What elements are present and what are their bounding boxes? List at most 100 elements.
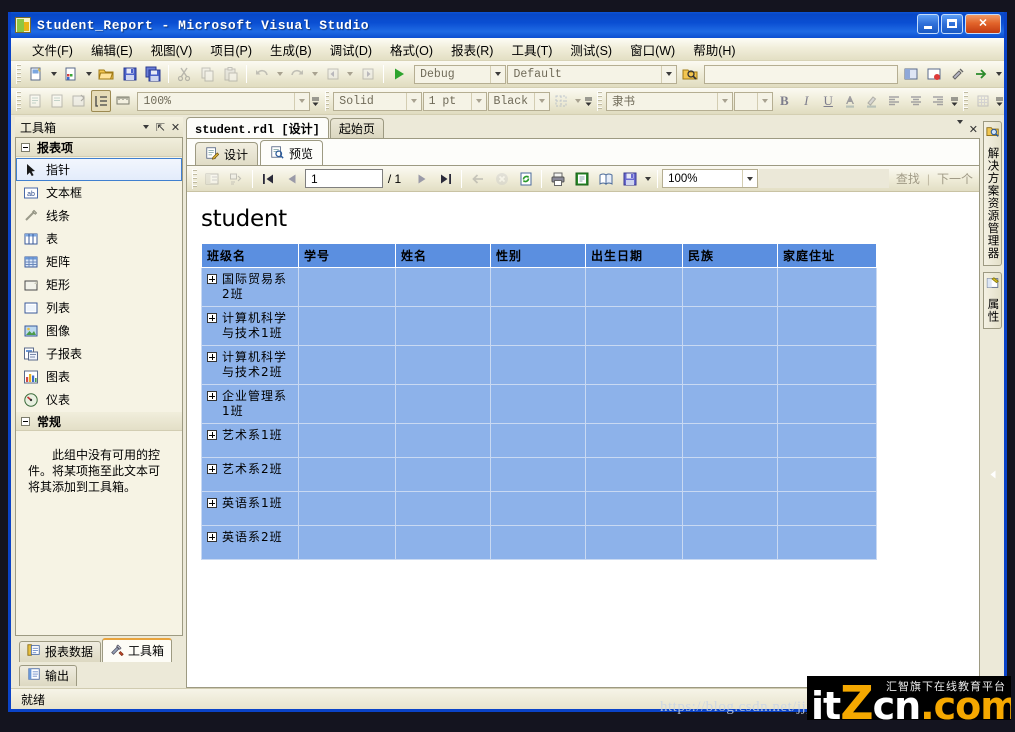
menu-report[interactable]: 报表(R) bbox=[442, 38, 502, 61]
close-document-icon[interactable]: ✕ bbox=[969, 123, 978, 136]
find-next-button[interactable]: 下一个 bbox=[931, 170, 979, 187]
format-toolbar-overflow-4[interactable] bbox=[994, 90, 1004, 112]
print-icon[interactable] bbox=[546, 168, 569, 190]
line-style-combo[interactable]: Solid bbox=[333, 91, 422, 111]
current-page-input[interactable]: 1 bbox=[304, 169, 383, 188]
expand-group-icon[interactable] bbox=[207, 532, 217, 542]
tab-preview-view[interactable]: 预览 bbox=[260, 140, 324, 165]
layout-toolbar-grip[interactable] bbox=[963, 91, 969, 111]
maximize-button[interactable] bbox=[941, 14, 963, 34]
font-size-dropdown[interactable] bbox=[756, 92, 772, 110]
tools-options-icon[interactable] bbox=[947, 63, 969, 85]
next-page-icon[interactable] bbox=[410, 168, 433, 190]
font-name-combo[interactable]: 隶书 bbox=[606, 91, 734, 111]
menu-view[interactable]: 视图(V) bbox=[142, 38, 202, 61]
format-toolbar-grip[interactable] bbox=[16, 91, 21, 111]
format-toolbar-overflow-2[interactable] bbox=[584, 90, 594, 112]
minimize-button[interactable] bbox=[917, 14, 939, 34]
tab-report-data[interactable]: 报表数据 bbox=[19, 640, 102, 662]
menu-tools[interactable]: 工具(T) bbox=[502, 38, 561, 61]
tab-design-view[interactable]: 设计 bbox=[195, 142, 259, 165]
expand-group-icon[interactable] bbox=[207, 352, 217, 362]
toolbox-group-general[interactable]: 常规 bbox=[16, 412, 182, 431]
find-in-files-icon[interactable] bbox=[678, 63, 700, 85]
menu-build[interactable]: 生成(B) bbox=[261, 38, 321, 61]
report-data-grouping-icon[interactable] bbox=[90, 90, 112, 112]
save-icon[interactable] bbox=[118, 63, 140, 85]
add-watch-icon[interactable] bbox=[923, 63, 945, 85]
toolbox-item-gauge[interactable]: 仪表 bbox=[16, 388, 182, 411]
tab-output[interactable]: 输出 bbox=[19, 664, 78, 686]
expand-group-icon[interactable] bbox=[207, 498, 217, 508]
add-new-item-dropdown[interactable] bbox=[83, 63, 94, 85]
expand-group-icon[interactable] bbox=[207, 274, 217, 284]
toolbox-item-matrix[interactable]: 矩阵 bbox=[16, 250, 182, 273]
font-toolbar-grip[interactable] bbox=[597, 91, 603, 111]
toolbox-item-list[interactable]: 列表 bbox=[16, 296, 182, 319]
format-toolbar-overflow-1[interactable] bbox=[311, 90, 321, 112]
go-to-icon[interactable] bbox=[970, 63, 992, 85]
export-dropdown[interactable] bbox=[642, 168, 653, 190]
line-color-combo[interactable]: Black bbox=[487, 91, 550, 111]
solution-platform-dropdown[interactable] bbox=[661, 65, 676, 83]
toolbox-item-image[interactable]: 图像 bbox=[16, 319, 182, 342]
preview-zoom-dropdown[interactable] bbox=[741, 170, 757, 187]
active-files-dropdown-icon[interactable] bbox=[956, 119, 963, 136]
dock-tab-solution-explorer[interactable]: 解决方案资源管理器 bbox=[983, 121, 1002, 266]
tab-toolbox[interactable]: 工具箱 bbox=[102, 637, 173, 662]
find-toolbar-input[interactable] bbox=[703, 64, 898, 84]
new-project-icon[interactable] bbox=[25, 63, 47, 85]
preview-zoom-combo[interactable]: 100% bbox=[662, 169, 758, 188]
font-name-dropdown[interactable] bbox=[717, 92, 732, 110]
toolbox-item-textbox[interactable]: ab 文本框 bbox=[16, 181, 182, 204]
ruler-icon[interactable] bbox=[112, 90, 133, 112]
format-toolbar-overflow-3[interactable] bbox=[950, 90, 960, 112]
solution-config-combo[interactable]: Debug bbox=[414, 64, 507, 84]
line-toolbar-grip[interactable] bbox=[324, 91, 330, 111]
menu-edit[interactable]: 编辑(E) bbox=[82, 38, 142, 61]
menu-test[interactable]: 测试(S) bbox=[561, 38, 621, 61]
previous-page-icon[interactable] bbox=[281, 168, 304, 190]
toolbox-autohide-pin-icon[interactable]: ⇱ bbox=[153, 120, 168, 135]
save-all-icon[interactable] bbox=[142, 63, 164, 85]
toolbox-item-subreport[interactable]: 子报表 bbox=[16, 342, 182, 365]
new-project-dropdown[interactable] bbox=[48, 63, 59, 85]
export-icon[interactable] bbox=[618, 168, 641, 190]
menu-window[interactable]: 窗口(W) bbox=[621, 38, 684, 61]
report-zoom-dropdown[interactable] bbox=[293, 92, 309, 110]
toolbar-grip[interactable] bbox=[16, 64, 21, 84]
start-debug-icon[interactable] bbox=[388, 63, 410, 85]
menu-debug[interactable]: 调试(D) bbox=[321, 38, 381, 61]
menu-project[interactable]: 项目(P) bbox=[201, 38, 261, 61]
font-size-combo[interactable] bbox=[734, 91, 773, 111]
document-tab-student-rdl[interactable]: student.rdl [设计] bbox=[186, 117, 329, 138]
toolbox-group-report-items[interactable]: 报表项 bbox=[16, 138, 182, 157]
last-page-icon[interactable] bbox=[434, 168, 457, 190]
dock-tab-properties[interactable]: 属性 bbox=[983, 271, 1002, 329]
find-button[interactable]: 查找 bbox=[890, 170, 926, 187]
document-tab-start-page[interactable]: 起始页 bbox=[329, 118, 384, 138]
line-color-dropdown[interactable] bbox=[533, 92, 549, 110]
solution-platform-combo[interactable]: Default bbox=[507, 64, 678, 84]
expand-group-icon[interactable] bbox=[207, 430, 217, 440]
scroll-left-arrow-icon[interactable] bbox=[989, 466, 998, 479]
group-expander-icon[interactable] bbox=[21, 142, 30, 152]
expand-group-icon[interactable] bbox=[207, 391, 217, 401]
print-layout-icon[interactable] bbox=[570, 168, 593, 190]
line-width-dropdown[interactable] bbox=[470, 92, 486, 110]
line-width-combo[interactable]: 1 pt bbox=[422, 91, 487, 111]
menu-help[interactable]: 帮助(H) bbox=[684, 38, 744, 61]
preview-find-input[interactable] bbox=[758, 169, 889, 188]
preview-toolbar-grip[interactable] bbox=[192, 168, 197, 189]
close-button[interactable]: ✕ bbox=[965, 14, 1001, 34]
report-zoom-combo[interactable]: 100% bbox=[137, 91, 310, 111]
page-setup-icon[interactable] bbox=[594, 168, 617, 190]
solution-config-dropdown[interactable] bbox=[490, 65, 505, 83]
refresh-icon[interactable] bbox=[514, 168, 537, 190]
menu-file[interactable]: 文件(F) bbox=[23, 38, 82, 61]
toolbox-item-pointer[interactable]: 指针 bbox=[16, 158, 182, 181]
group-expander-icon[interactable] bbox=[21, 416, 30, 426]
toolbar-overflow[interactable] bbox=[993, 63, 1004, 85]
first-page-icon[interactable] bbox=[257, 168, 280, 190]
toolbox-close-icon[interactable]: ✕ bbox=[168, 120, 183, 135]
